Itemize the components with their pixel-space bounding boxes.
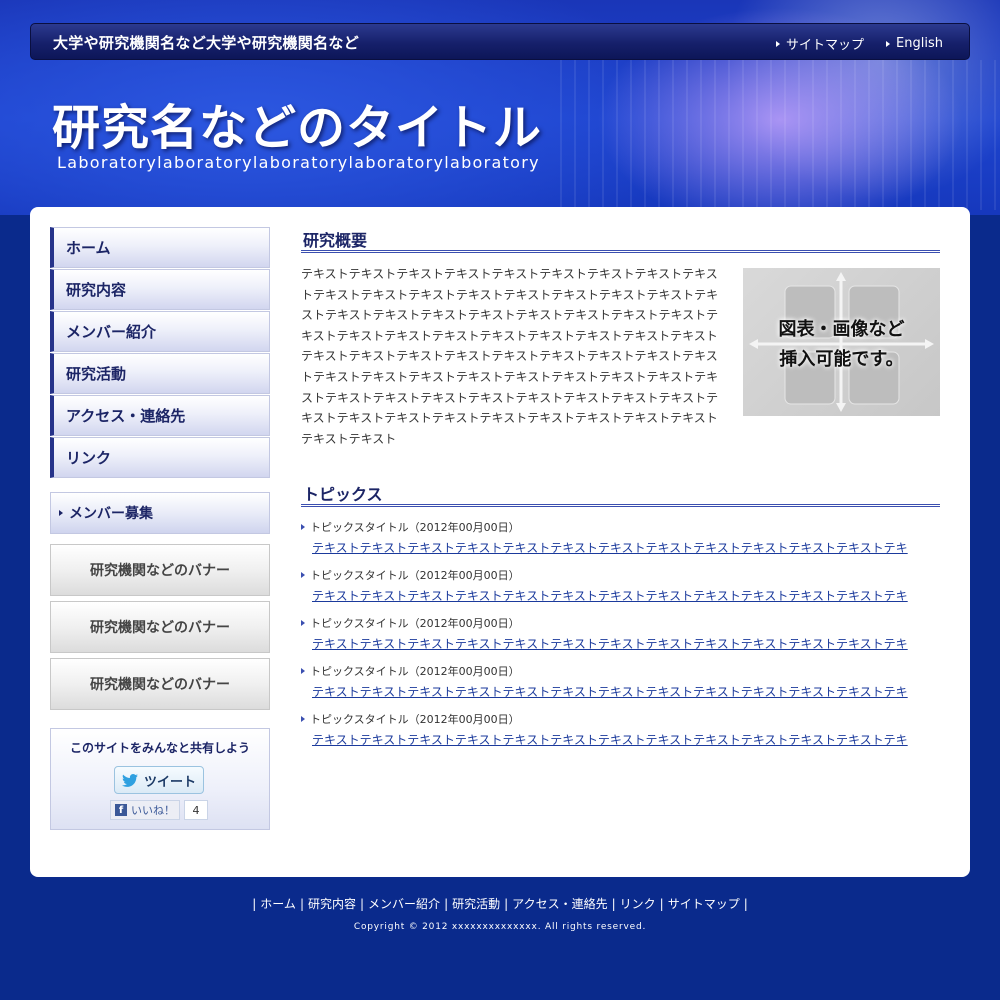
arrow-right-icon [301, 524, 305, 530]
banner-3[interactable]: 研究機関などのバナー [50, 658, 270, 710]
topic-link[interactable]: テキストテキストテキストテキストテキストテキストテキストテキストテキストテキスト… [312, 731, 927, 748]
arrow-right-icon [776, 40, 781, 47]
figure-caption: 図表・画像など 挿入可能です。 [743, 315, 940, 375]
topic-link[interactable]: テキストテキストテキストテキストテキストテキストテキストテキストテキストテキスト… [312, 587, 927, 604]
footer-separator: | [659, 897, 664, 911]
topic-title: トピックスタイトル（2012年00月00日） [310, 569, 520, 582]
tweet-button[interactable]: ツイート [114, 766, 204, 794]
sitemap-link[interactable]: サイトマップ [776, 34, 864, 53]
overview-text: テキストテキストテキストテキストテキストテキストテキストテキストテキストテキスト… [301, 267, 719, 446]
site-subtitle: Laboratorylaboratorylaboratorylaboratory… [57, 153, 540, 172]
topic-title-row: トピックスタイトル（2012年00月00日） [301, 615, 940, 631]
footer-separator: | [444, 897, 449, 911]
copyright: Copyright © 2012 xxxxxxxxxxxxxx. All rig… [353, 922, 647, 932]
banner-2[interactable]: 研究機関などのバナー [50, 601, 270, 653]
member-recruit-label: メンバー募集 [69, 506, 153, 522]
footer-separator: | [252, 897, 257, 911]
footer-link-research[interactable]: 研究内容 [308, 897, 356, 911]
footer-link-access[interactable]: アクセス・連絡先 [512, 897, 607, 911]
site-title: 研究名などのタイトル [52, 100, 543, 156]
topic-item: トピックスタイトル（2012年00月00日） テキストテキストテキストテキストテ… [301, 663, 940, 700]
footer-separator: | [360, 897, 365, 911]
arrow-right-icon [886, 40, 891, 47]
sidebar-item-activities[interactable]: 研究活動 [50, 353, 270, 394]
arrow-right-icon [301, 572, 305, 578]
topic-item: トピックスタイトル（2012年00月00日） テキストテキストテキストテキストテ… [301, 711, 940, 748]
footer-separator: | [611, 897, 616, 911]
arrow-right-icon [301, 620, 305, 626]
footer-link-activities[interactable]: 研究活動 [452, 897, 500, 911]
footer-link-links[interactable]: リンク [620, 897, 656, 911]
topic-title: トピックスタイトル（2012年00月00日） [310, 617, 520, 630]
footer-nav: | ホーム | 研究内容 | メンバー紹介 | 研究活動 | アクセス・連絡先 | リンク | サイトマッ… [0, 895, 1000, 912]
topic-link[interactable]: テキストテキストテキストテキストテキストテキストテキストテキストテキストテキスト… [312, 683, 927, 700]
sidebar-nav: ホーム 研究内容 メンバー紹介 研究活動 アクセス・連絡先 リンク [50, 227, 270, 479]
footer-link-sitemap[interactable]: サイトマップ [668, 897, 740, 911]
topic-title-row: トピックスタイトル（2012年00月00日） [301, 519, 940, 535]
topic-link[interactable]: テキストテキストテキストテキストテキストテキストテキストテキストテキストテキスト… [312, 539, 927, 556]
share-text: このサイトをみんなと共有しよう [69, 741, 250, 755]
topic-title: トピックスタイトル（2012年00月00日） [310, 665, 520, 678]
footer-separator: | [504, 897, 509, 911]
topic-item: トピックスタイトル（2012年00月00日） テキストテキストテキストテキストテ… [301, 567, 940, 604]
share-box: このサイトをみんなと共有しよう ツイート f いいね！ 4 [50, 728, 270, 830]
footer-separator: | [299, 897, 304, 911]
footer-separator: | [743, 897, 748, 911]
like-button[interactable]: f いいね！ [110, 800, 180, 820]
figure-caption-line-2: 挿入可能です。 [779, 349, 904, 370]
main-panel: ホーム 研究内容 メンバー紹介 研究活動 アクセス・連絡先 リンク メンバー募集… [30, 207, 970, 877]
topic-link[interactable]: テキストテキストテキストテキストテキストテキストテキストテキストテキストテキスト… [312, 635, 927, 652]
facebook-icon: f [115, 804, 127, 816]
english-link[interactable]: English [886, 34, 943, 53]
topic-title-row: トピックスタイトル（2012年00月00日） [301, 567, 940, 583]
topics-list: トピックスタイトル（2012年00月00日） テキストテキストテキストテキストテ… [301, 519, 940, 759]
sitemap-label: サイトマップ [786, 38, 865, 53]
topic-item: トピックスタイトル（2012年00月00日） テキストテキストテキストテキストテ… [301, 615, 940, 652]
topic-title: トピックスタイトル（2012年00月00日） [310, 713, 520, 726]
english-label: English [896, 36, 943, 51]
topics-heading: トピックス [301, 481, 940, 507]
top-links: サイトマップ English [776, 34, 943, 53]
topic-title-row: トピックスタイトル（2012年00月00日） [301, 711, 940, 727]
sidebar-item-home[interactable]: ホーム [50, 227, 270, 268]
arrow-right-icon [301, 716, 305, 722]
sidebar-item-links[interactable]: リンク [50, 437, 270, 478]
arrow-right-icon [301, 668, 305, 674]
banner-1[interactable]: 研究機関などのバナー [50, 544, 270, 596]
top-bar: 大学や研究機関名など大学や研究機関名など サイトマップ English [30, 23, 970, 60]
topic-title-row: トピックスタイトル（2012年00月00日） [301, 663, 940, 679]
figure-placeholder: 図表・画像など 挿入可能です。 [743, 268, 940, 416]
like-count: 4 [184, 800, 208, 820]
member-recruit-button[interactable]: メンバー募集 [50, 492, 270, 534]
sidebar-item-members[interactable]: メンバー紹介 [50, 311, 270, 352]
sidebar-item-research[interactable]: 研究内容 [50, 269, 270, 310]
twitter-bird-icon [121, 773, 138, 787]
topic-title: トピックスタイトル（2012年00月00日） [310, 521, 520, 534]
topic-item: トピックスタイトル（2012年00月00日） テキストテキストテキストテキストテ… [301, 519, 940, 556]
overview-heading: 研究概要 [301, 227, 940, 253]
like-label: いいね！ [131, 804, 175, 817]
footer-link-home[interactable]: ホーム [260, 897, 296, 911]
figure-caption-line-1: 図表・画像など [778, 319, 905, 340]
footer-link-members[interactable]: メンバー紹介 [368, 897, 440, 911]
affiliation-name: 大学や研究機関名など大学や研究機関名など [53, 34, 360, 52]
arrow-right-icon [59, 510, 63, 516]
tweet-label: ツイート [143, 774, 196, 790]
sidebar-item-access[interactable]: アクセス・連絡先 [50, 395, 270, 436]
